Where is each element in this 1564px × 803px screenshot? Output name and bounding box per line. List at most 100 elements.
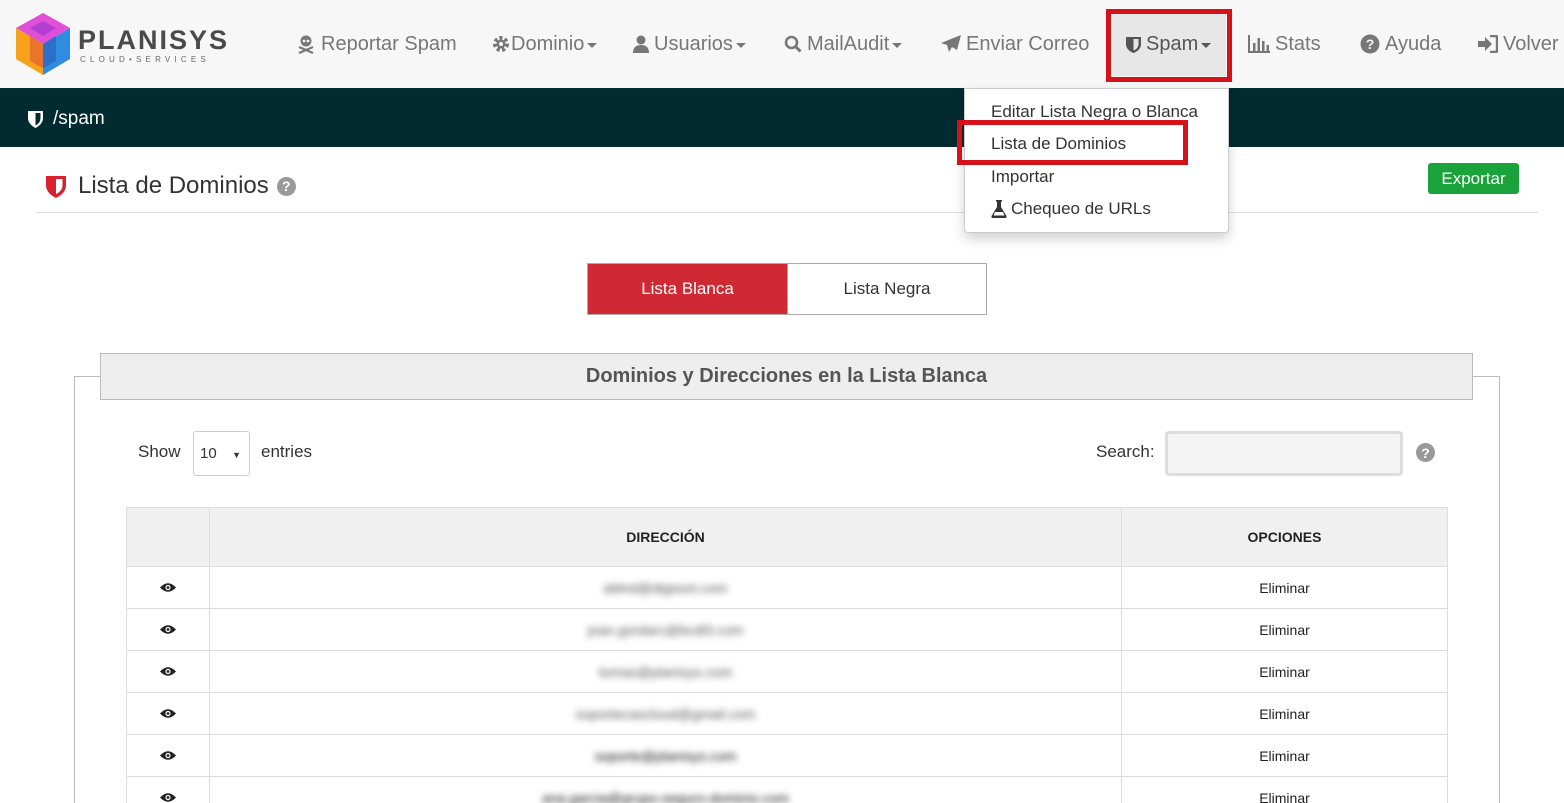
address-text: joan.gordarc@bcdl3.com: [587, 621, 744, 638]
spam-dropdown-menu: Editar Lista Negra o Blanca Lista de Dom…: [964, 88, 1229, 233]
nav-mailaudit[interactable]: MailAudit: [784, 30, 903, 58]
user-icon: [633, 35, 649, 53]
bar-chart-icon: [1248, 35, 1270, 53]
paper-plane-icon: [941, 35, 961, 52]
menu-item-editar-lista[interactable]: Editar Lista Negra o Blanca: [991, 102, 1198, 122]
eliminar-link[interactable]: Eliminar: [1121, 692, 1448, 735]
nav-label: Volver: [1503, 32, 1559, 55]
select-arrow-icon: ▼: [232, 450, 241, 460]
address-cell: soportecascloud@gmail.com: [209, 692, 1122, 735]
shield-icon: [1126, 36, 1141, 53]
tab-lista-negra[interactable]: Lista Negra: [787, 264, 986, 314]
svg-text:?: ?: [1366, 36, 1375, 52]
eye-icon: [160, 624, 176, 634]
address-cell: ana.garcia@grupo-seguro-dominio.com: [209, 776, 1122, 803]
entries-select[interactable]: 10 ▼: [193, 431, 250, 476]
brand-tagline: CLOUD•SERVICES: [80, 55, 210, 64]
cube-logo-icon: [16, 13, 70, 75]
help-icon[interactable]: ?: [276, 176, 296, 196]
search-label: Search:: [1096, 442, 1155, 461]
address-text: tomas@planisys.com: [598, 663, 733, 680]
table-row: ana.garcia@grupo-seguro-dominio.com Elim…: [126, 776, 1448, 803]
whitelist-table: DIRECCIÓN OPCIONES ablnd@digisort.com El…: [126, 507, 1448, 803]
title-divider: [36, 212, 1538, 213]
tab-lista-blanca[interactable]: Lista Blanca: [588, 264, 787, 314]
question-circle-icon: ?: [1360, 34, 1380, 54]
view-cell[interactable]: [126, 734, 210, 777]
entries-value: 10: [200, 445, 217, 462]
table-row: ablnd@digisort.com Eliminar: [126, 566, 1448, 609]
show-label: Show: [138, 442, 181, 461]
page-title-text: Lista de Dominios: [78, 172, 269, 199]
top-navbar: PLANISYS CLOUD•SERVICES Reportar Spam Do…: [0, 0, 1564, 88]
page-title: Lista de Dominios ?: [46, 172, 296, 200]
view-cell[interactable]: [126, 776, 210, 803]
nav-ayuda[interactable]: ? Ayuda: [1360, 30, 1441, 58]
caret-down-icon: [1201, 42, 1212, 48]
column-header-opciones[interactable]: OPCIONES: [1121, 507, 1448, 567]
nav-stats[interactable]: Stats: [1248, 30, 1321, 58]
eye-icon: [160, 708, 176, 718]
caret-down-icon: [735, 42, 746, 48]
address-cell: tomas@planisys.com: [209, 650, 1122, 693]
search-input[interactable]: [1165, 431, 1403, 476]
gear-icon: [493, 36, 509, 52]
nav-label: Stats: [1275, 32, 1321, 55]
nav-reportar-spam[interactable]: Reportar Spam: [296, 30, 457, 58]
breadcrumb-bar: [0, 88, 1564, 147]
shield-icon: [46, 175, 66, 198]
entries-label: entries: [261, 442, 313, 461]
breadcrumb-path: /spam: [53, 108, 105, 129]
nav-label: Dominio: [511, 32, 585, 55]
eliminar-link[interactable]: Eliminar: [1121, 734, 1448, 777]
eliminar-link[interactable]: Eliminar: [1121, 566, 1448, 609]
address-text: soporte@planisys.com: [594, 747, 737, 764]
table-row: soporte@planisys.com Eliminar: [126, 734, 1448, 777]
address-cell: soporte@planisys.com: [209, 734, 1122, 777]
address-cell: ablnd@digisort.com: [209, 566, 1122, 609]
menu-item-lista-de-dominios[interactable]: Lista de Dominios: [991, 134, 1126, 154]
flask-icon: [991, 200, 1007, 218]
address-text: ablnd@digisort.com: [603, 579, 728, 596]
table-row: joan.gordarc@bcdl3.com Eliminar: [126, 608, 1448, 651]
view-cell[interactable]: [126, 692, 210, 735]
planisys-logo[interactable]: PLANISYS CLOUD•SERVICES: [16, 13, 230, 75]
eye-icon: [160, 792, 176, 802]
column-header-view: [126, 507, 210, 567]
list-type-toggle: Lista Blanca Lista Negra: [587, 263, 987, 315]
caret-down-icon: [587, 42, 598, 48]
eye-icon: [160, 582, 176, 592]
view-cell[interactable]: [126, 650, 210, 693]
view-cell[interactable]: [126, 608, 210, 651]
brand-name: PLANISYS: [78, 25, 230, 55]
search-icon: [784, 35, 802, 53]
search-help-icon[interactable]: ?: [1416, 443, 1435, 462]
eye-icon: [160, 750, 176, 760]
menu-item-importar[interactable]: Importar: [991, 167, 1054, 187]
eye-icon: [160, 666, 176, 676]
export-button[interactable]: Exportar: [1428, 163, 1519, 194]
nav-enviar-correo[interactable]: Enviar Correo: [941, 30, 1089, 58]
nav-dominio[interactable]: Dominio: [492, 30, 598, 58]
nav-label: Usuarios: [654, 32, 733, 55]
nav-label: Ayuda: [1385, 32, 1442, 55]
table-row: tomas@planisys.com Eliminar: [126, 650, 1448, 693]
sign-in-icon: [1478, 35, 1498, 53]
nav-spam[interactable]: Spam: [1126, 30, 1212, 58]
nav-volver[interactable]: Volver: [1478, 30, 1559, 58]
nav-label: Enviar Correo: [966, 32, 1090, 55]
breadcrumb: /spam: [28, 108, 105, 130]
menu-item-chequeo-urls[interactable]: Chequeo de URLs: [991, 199, 1151, 219]
panel-title: Dominios y Direcciones en la Lista Blanc…: [100, 353, 1473, 400]
eliminar-link[interactable]: Eliminar: [1121, 650, 1448, 693]
view-cell[interactable]: [126, 566, 210, 609]
shield-icon: [28, 111, 43, 128]
nav-usuarios[interactable]: Usuarios: [633, 30, 746, 58]
eliminar-link[interactable]: Eliminar: [1121, 608, 1448, 651]
caret-down-icon: [892, 42, 903, 48]
address-text: ana.garcia@grupo-seguro-dominio.com: [542, 789, 789, 803]
column-header-direccion[interactable]: DIRECCIÓN: [209, 507, 1122, 567]
eliminar-link[interactable]: Eliminar: [1121, 776, 1448, 803]
table-row: soportecascloud@gmail.com Eliminar: [126, 692, 1448, 735]
nav-label: MailAudit: [807, 32, 890, 55]
